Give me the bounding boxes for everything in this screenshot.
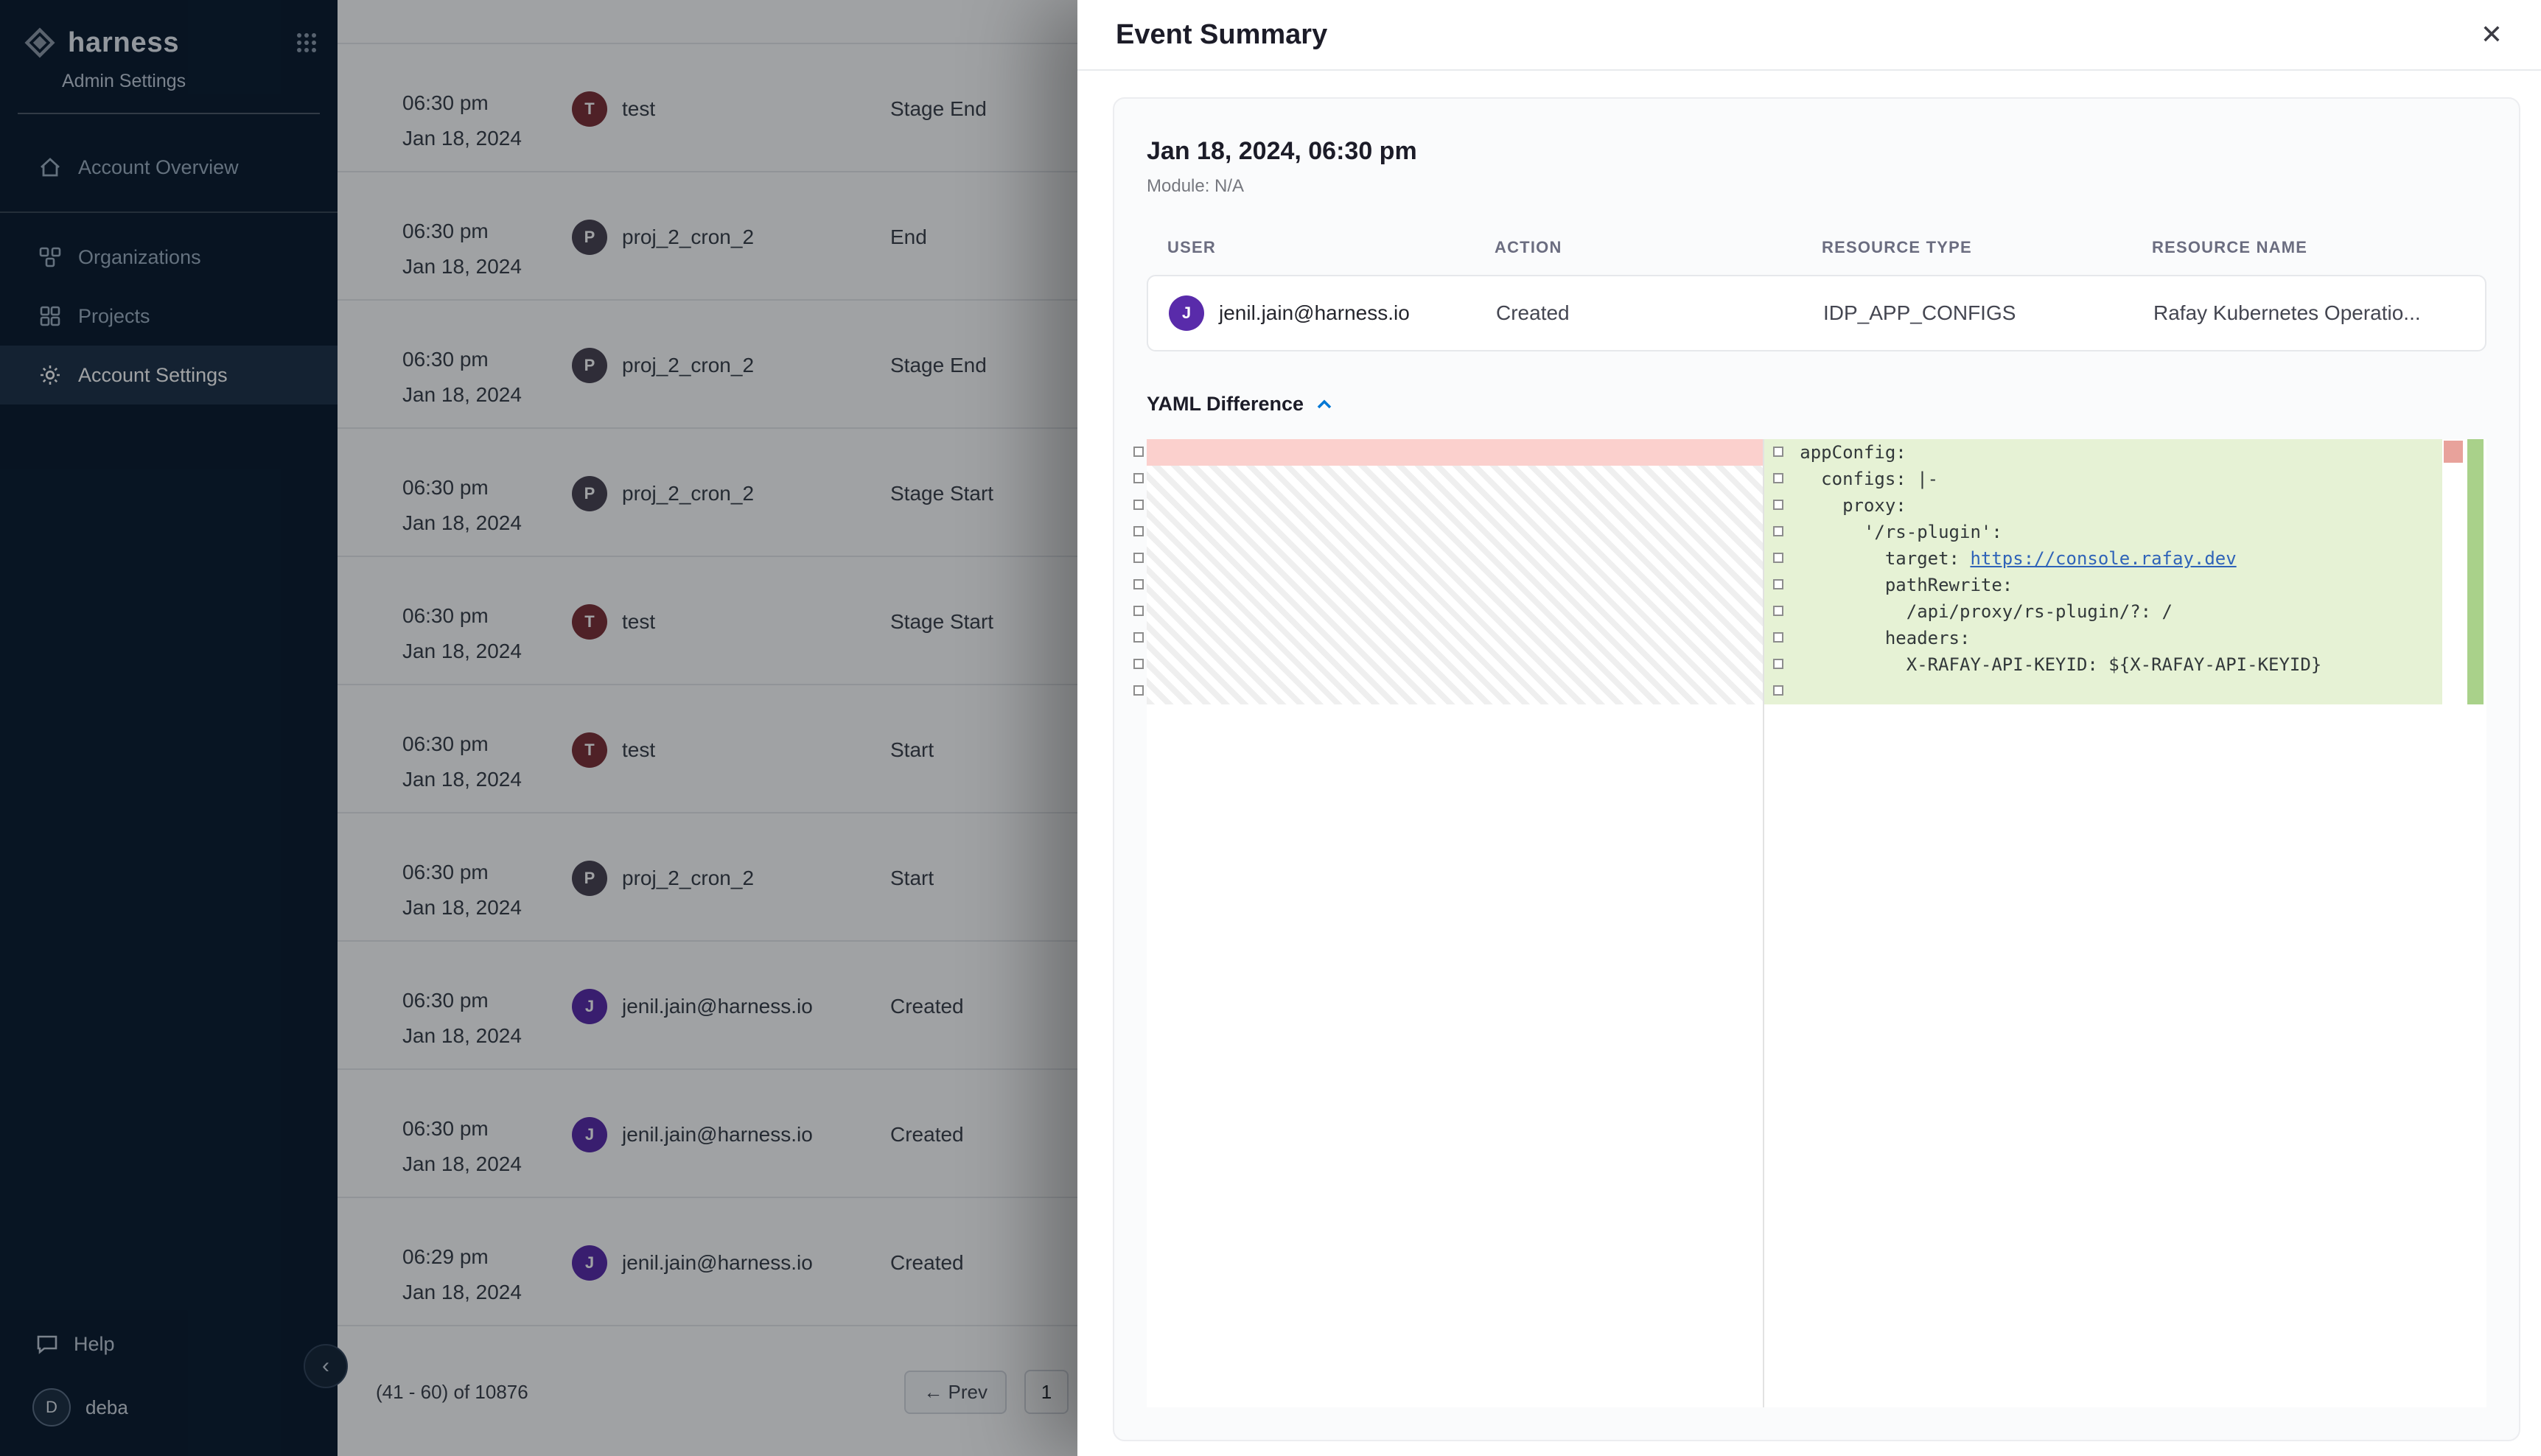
diff-modified-pane: appConfig: configs: |- proxy: '/rs-plugi… [1763,439,2486,1407]
event-module: Module: N/A [1147,176,2486,197]
event-table-row: J jenil.jain@harness.io Created IDP_APP_… [1147,275,2486,351]
overview-ruler-removed [2444,441,2463,463]
modal-title: Event Summary [1116,19,1327,51]
yaml-line: target: https://console.rafay.dev [1800,545,2442,572]
column-header-user: USER [1167,238,1495,257]
yaml-line: pathRewrite: [1800,572,2442,598]
yaml-line-empty [1800,678,2442,704]
chevron-up-icon[interactable] [1315,399,1333,410]
column-header-resource-name: RESOURCE NAME [2152,238,2466,257]
event-table: USER ACTION RESOURCE TYPE RESOURCE NAME … [1147,238,2486,351]
yaml-line: headers: [1800,625,2442,651]
avatar: J [1169,295,1204,331]
yaml-url-link[interactable]: https://console.rafay.dev [1970,548,2236,569]
yaml-difference-label: YAML Difference [1147,393,1304,416]
yaml-line: appConfig: [1800,439,2442,466]
event-action: Created [1496,301,1823,325]
yaml-line: X-RAFAY-API-KEYID: ${X-RAFAY-API-KEYID} [1800,651,2442,678]
added-lines-block: appConfig: configs: |- proxy: '/rs-plugi… [1764,439,2442,704]
empty-region-hatch [1147,466,1763,704]
column-header-action: ACTION [1495,238,1822,257]
event-resource-name: Rafay Kubernetes Operatio... [2153,301,2464,325]
event-datetime: Jan 18, 2024, 06:30 pm [1147,137,2486,166]
overview-ruler-added [2467,439,2484,704]
removed-line [1147,439,1763,466]
yaml-diff-editor[interactable]: appConfig: configs: |- proxy: '/rs-plugi… [1147,439,2486,1407]
event-detail-card: Jan 18, 2024, 06:30 pm Module: N/A USER … [1113,97,2520,1441]
yaml-line: '/rs-plugin': [1800,519,2442,545]
event-user: jenil.jain@harness.io [1219,301,1410,325]
close-icon[interactable]: ✕ [2481,21,2503,48]
yaml-line: configs: |- [1800,466,2442,492]
column-header-resource-type: RESOURCE TYPE [1822,238,2152,257]
diff-original-pane [1147,439,1763,1407]
event-summary-modal: Event Summary ✕ Jan 18, 2024, 06:30 pm M… [1077,0,2541,1456]
yaml-line: /api/proxy/rs-plugin/?: / [1800,598,2442,625]
event-resource-type: IDP_APP_CONFIGS [1823,301,2153,325]
yaml-line: proxy: [1800,492,2442,519]
